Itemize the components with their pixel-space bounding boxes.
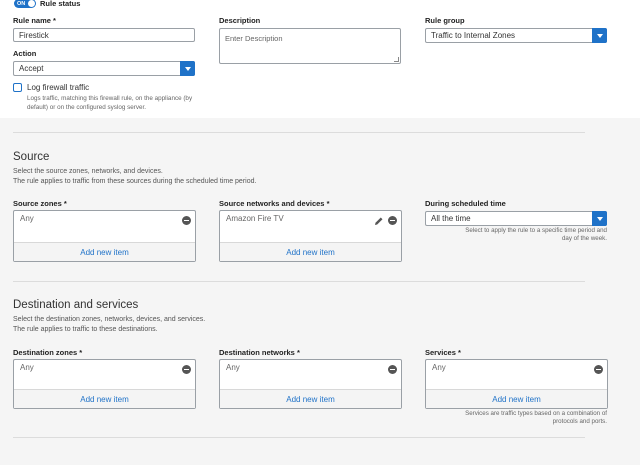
chevron-down-icon[interactable]	[180, 61, 195, 76]
source-networks-list: Amazon Fire TV Add new item	[219, 210, 402, 262]
action-value: Accept	[19, 64, 44, 73]
list-item: Any	[432, 363, 446, 372]
list-item: Any	[20, 363, 34, 372]
rule-status-label: Rule status	[40, 0, 81, 8]
rule-group-label: Rule group	[425, 16, 465, 25]
destination-description: Select the destination zones, networks, …	[13, 316, 206, 333]
services-list: Any Add new item	[425, 359, 608, 409]
source-networks-label: Source networks and devices *	[219, 199, 330, 208]
destination-networks-list: Any Add new item	[219, 359, 402, 409]
minus-circle-icon[interactable]	[594, 365, 603, 374]
minus-circle-icon[interactable]	[182, 216, 191, 225]
schedule-value: All the time	[431, 214, 471, 223]
log-traffic-checkbox[interactable]	[13, 83, 22, 92]
rule-status-toggle[interactable]: ON	[14, 0, 36, 8]
schedule-hint: Select to apply the rule to a specific t…	[465, 227, 607, 242]
list-item: Amazon Fire TV	[226, 214, 284, 223]
description-placeholder: Enter Description	[225, 34, 283, 43]
rule-group-value: Traffic to Internal Zones	[431, 31, 516, 40]
list-item: Any	[20, 214, 34, 223]
add-service-button[interactable]: Add new item	[426, 389, 607, 408]
description-label: Description	[219, 16, 261, 25]
resize-handle[interactable]	[394, 57, 399, 62]
minus-circle-icon[interactable]	[182, 365, 191, 374]
services-label: Services *	[425, 348, 461, 357]
toggle-knob	[28, 0, 35, 7]
rule-group-select[interactable]: Traffic to Internal Zones	[425, 28, 607, 43]
description-textarea[interactable]: Enter Description	[219, 28, 401, 64]
rule-name-input[interactable]: Firestick	[13, 28, 195, 42]
source-divider	[13, 132, 585, 133]
rule-name-value: Firestick	[19, 30, 49, 40]
chevron-down-icon[interactable]	[592, 211, 607, 226]
add-source-zone-button[interactable]: Add new item	[14, 242, 195, 261]
add-source-network-button[interactable]: Add new item	[220, 242, 401, 261]
schedule-label: During scheduled time	[425, 199, 506, 208]
list-item: Any	[226, 363, 240, 372]
destination-zones-label: Destination zones *	[13, 348, 83, 357]
add-destination-network-button[interactable]: Add new item	[220, 389, 401, 408]
bottom-divider	[13, 437, 585, 438]
destination-networks-label: Destination networks *	[219, 348, 300, 357]
toggle-state: ON	[17, 0, 26, 7]
rule-name-label: Rule name *	[13, 16, 56, 25]
source-description: Select the source zones, networks, and d…	[13, 168, 257, 185]
chevron-down-icon[interactable]	[592, 28, 607, 43]
add-destination-zone-button[interactable]: Add new item	[14, 389, 195, 408]
action-select[interactable]: Accept	[13, 61, 195, 76]
minus-circle-icon[interactable]	[388, 216, 397, 225]
action-label: Action	[13, 49, 37, 58]
source-zones-label: Source zones *	[13, 199, 67, 208]
source-zones-list: Any Add new item	[13, 210, 196, 262]
schedule-select[interactable]: All the time	[425, 211, 607, 226]
pencil-icon[interactable]	[374, 216, 384, 226]
services-hint: Services are traffic types based on a co…	[465, 410, 607, 425]
log-traffic-description: Logs traffic, matching this firewall rul…	[27, 95, 193, 111]
destination-divider	[13, 281, 585, 282]
source-title: Source	[13, 151, 50, 163]
minus-circle-icon[interactable]	[388, 365, 397, 374]
destination-title: Destination and services	[13, 299, 139, 311]
log-traffic-label: Log firewall traffic	[27, 83, 90, 92]
destination-zones-list: Any Add new item	[13, 359, 196, 409]
